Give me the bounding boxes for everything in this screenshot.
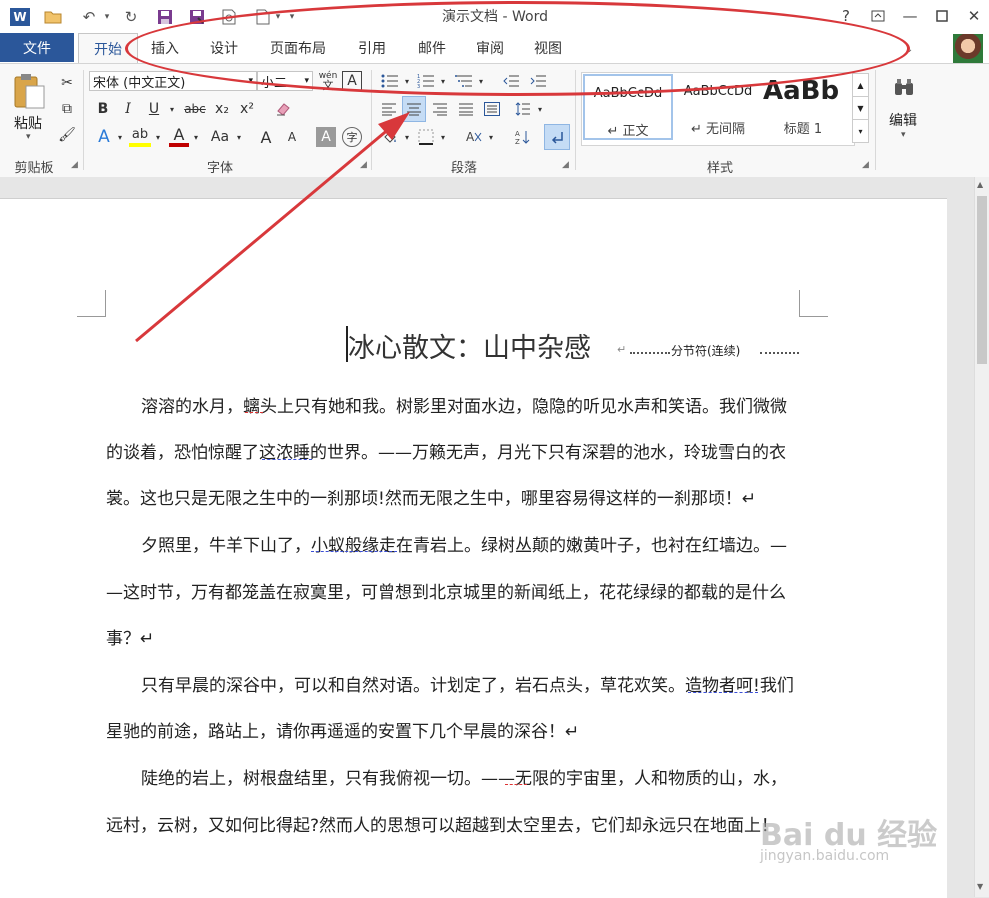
watermark-url: jingyan.baidu.com <box>760 848 890 864</box>
annotation-arrow-icon <box>135 112 410 343</box>
